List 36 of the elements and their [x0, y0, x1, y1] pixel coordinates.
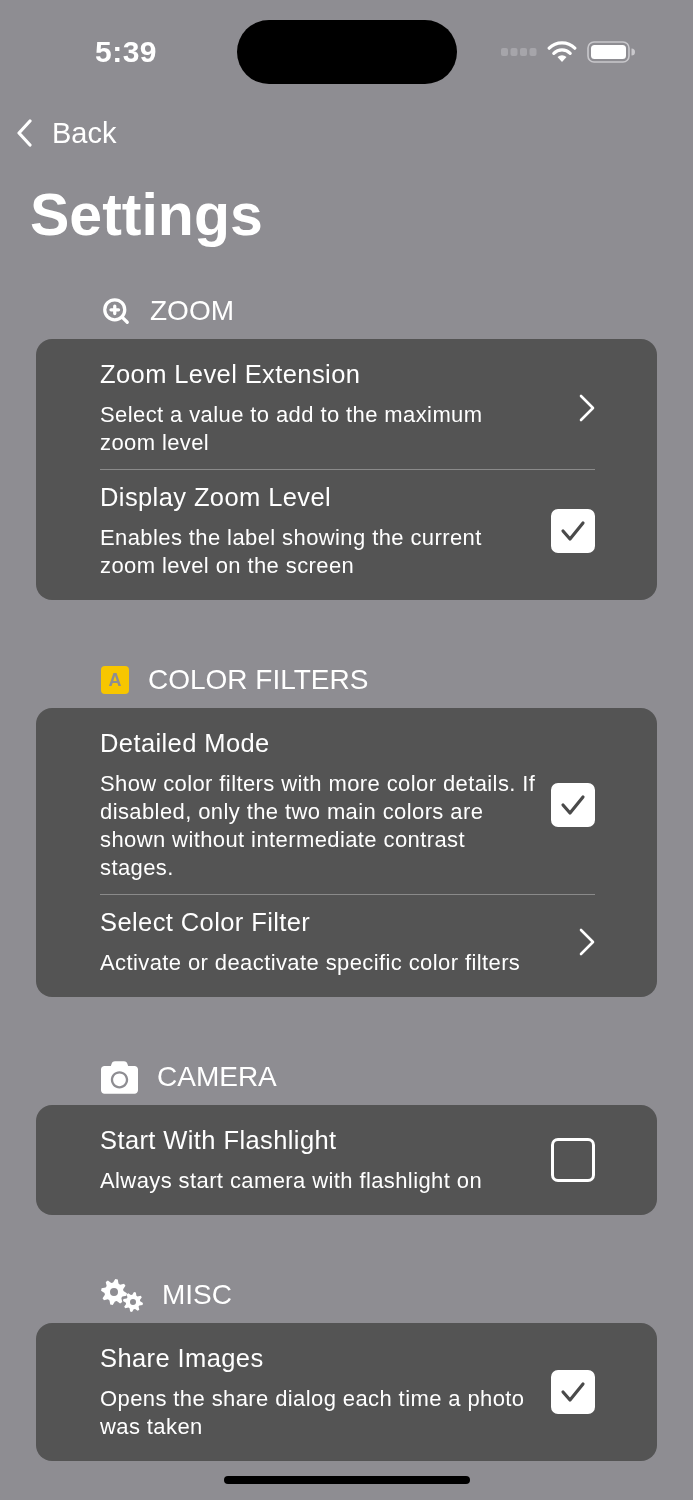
setting-description: Always start camera with flashlight on — [100, 1167, 483, 1195]
checkbox[interactable] — [551, 509, 595, 553]
setting-title: Start With Flashlight — [100, 1125, 338, 1155]
section-header: COLOR FILTERS — [148, 663, 369, 697]
chevron-right-icon — [579, 928, 595, 956]
section-header: ZOOM — [150, 294, 234, 328]
checkbox[interactable] — [551, 783, 595, 827]
section-header: CAMERA — [157, 1060, 277, 1094]
gears-icon — [101, 1278, 143, 1312]
zoom-in-icon — [101, 296, 131, 326]
chevron-left-icon — [16, 119, 32, 147]
letter-badge-icon: A — [101, 666, 129, 694]
checkbox[interactable] — [551, 1138, 595, 1182]
setting-description: Opens the share dialog each time a photo was taken — [100, 1385, 526, 1441]
setting-description: Select a value to add to the maximum zoom level — [100, 401, 484, 457]
battery-icon — [587, 41, 635, 63]
setting-description: Show color filters with more color details. If disabled, only the two main colors are shown without intermediate contrast stages. — [100, 770, 537, 882]
wifi-icon — [547, 41, 577, 63]
setting-description: Enables the label showing the current zoom level on the screen — [100, 524, 483, 580]
chevron-right-icon — [579, 394, 595, 422]
check-icon — [560, 520, 586, 542]
checkbox[interactable] — [551, 1370, 595, 1414]
section-header: MISC — [162, 1278, 232, 1312]
setting-title: Zoom Level Extension — [100, 359, 362, 389]
back-button[interactable]: Back — [16, 116, 117, 150]
camera-icon — [101, 1058, 138, 1096]
setting-description: Activate or deactivate specific color filters — [100, 949, 522, 977]
setting-title: Share Images — [100, 1343, 265, 1373]
signal-icon — [501, 48, 537, 56]
page-title: Settings — [30, 182, 263, 248]
status-time: 5:39 — [95, 35, 159, 69]
setting-title: Select Color Filter — [100, 907, 312, 937]
setting-title: Detailed Mode — [100, 728, 271, 758]
check-icon — [560, 794, 586, 816]
check-icon — [560, 1381, 586, 1403]
setting-title: Display Zoom Level — [100, 482, 333, 512]
